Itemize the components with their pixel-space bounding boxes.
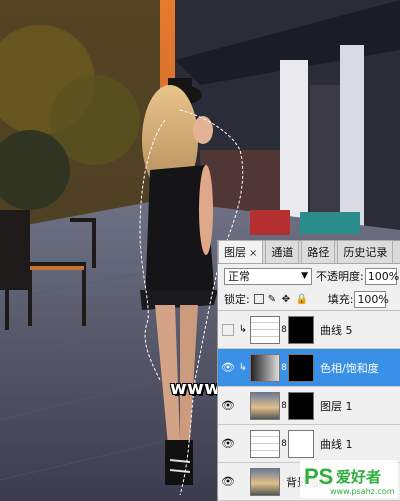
- chain-link-icon[interactable]: 8: [280, 439, 288, 449]
- layer-thumbnail: [250, 391, 280, 420]
- layer-row-curves-1[interactable]: 👁 8 曲线 1: [218, 425, 400, 463]
- lock-label: 锁定:: [224, 293, 250, 306]
- layer-name: 图层 1: [320, 399, 353, 413]
- layer-mask-thumbnail[interactable]: [288, 353, 314, 382]
- tab-paths[interactable]: 路径: [301, 240, 336, 263]
- adjustment-thumbnail: [250, 353, 280, 382]
- eye-icon[interactable]: 👁: [218, 361, 238, 374]
- layer-row-layer-1[interactable]: 👁 8 图层 1: [218, 387, 400, 425]
- lock-icon[interactable]: 🔒: [296, 294, 308, 305]
- layer-name: 曲线 1: [320, 437, 353, 451]
- blend-row: 正常 ▼ 不透明度: 100%: [218, 264, 400, 288]
- panel-tabs: 图层 × 通道 路径 历史记录: [218, 240, 400, 264]
- eye-icon[interactable]: 👁: [218, 399, 238, 412]
- layer-row-curves-5[interactable]: ↳ 8 曲线 5: [218, 311, 400, 349]
- layer-row-hue-saturation[interactable]: 👁 ↳ 8 色相/饱和度: [218, 349, 400, 387]
- ps-logo: PS 爱好者 www.psahz.com: [300, 460, 398, 498]
- adjustment-thumbnail: [250, 429, 280, 458]
- chain-link-icon[interactable]: 8: [280, 363, 288, 373]
- tab-channels[interactable]: 通道: [265, 240, 300, 263]
- lock-move-icon[interactable]: ✥: [282, 294, 292, 305]
- logo-url: www.psahz.com: [330, 487, 395, 496]
- logo-text: 爱好者: [336, 468, 381, 486]
- chain-link-icon[interactable]: 8: [280, 325, 288, 335]
- eye-icon[interactable]: 👁: [218, 437, 238, 450]
- tab-layers[interactable]: 图层 ×: [218, 240, 264, 263]
- lock-row: 锁定: ✎ ✥ 🔒 填充: 100%: [218, 288, 400, 311]
- lock-brush-icon[interactable]: ✎: [268, 294, 278, 305]
- fill-input[interactable]: 100%: [354, 290, 389, 308]
- blend-mode-value: 正常: [228, 270, 250, 283]
- opacity-input[interactable]: 100%: [364, 267, 399, 285]
- layer-thumbnail: [250, 467, 280, 496]
- chain-link-icon[interactable]: 8: [280, 401, 288, 411]
- blend-mode-select[interactable]: 正常 ▼: [224, 267, 312, 285]
- layer-name: 曲线 5: [320, 323, 353, 337]
- opacity-label: 不透明度:: [316, 270, 364, 283]
- layer-mask-thumbnail[interactable]: [288, 315, 314, 344]
- dropdown-caret-icon: ▼: [301, 271, 308, 281]
- tab-history[interactable]: 历史记录: [337, 240, 394, 263]
- layer-name: 色相/饱和度: [320, 361, 379, 375]
- logo-brand: PS: [304, 464, 333, 489]
- layer-mask-thumbnail[interactable]: [288, 429, 314, 458]
- layer-mask-thumbnail[interactable]: [288, 391, 314, 420]
- tab-layers-label: 图层: [224, 246, 246, 259]
- clip-arrow-icon: ↳: [238, 324, 248, 335]
- lock-transparent-icon[interactable]: [253, 294, 264, 304]
- visibility-toggle[interactable]: [222, 323, 234, 336]
- fill-label: 填充:: [327, 293, 354, 306]
- clip-arrow-icon: ↳: [238, 362, 248, 373]
- eye-icon[interactable]: 👁: [218, 475, 238, 488]
- close-icon[interactable]: ×: [249, 248, 257, 259]
- adjustment-thumbnail: [250, 315, 280, 344]
